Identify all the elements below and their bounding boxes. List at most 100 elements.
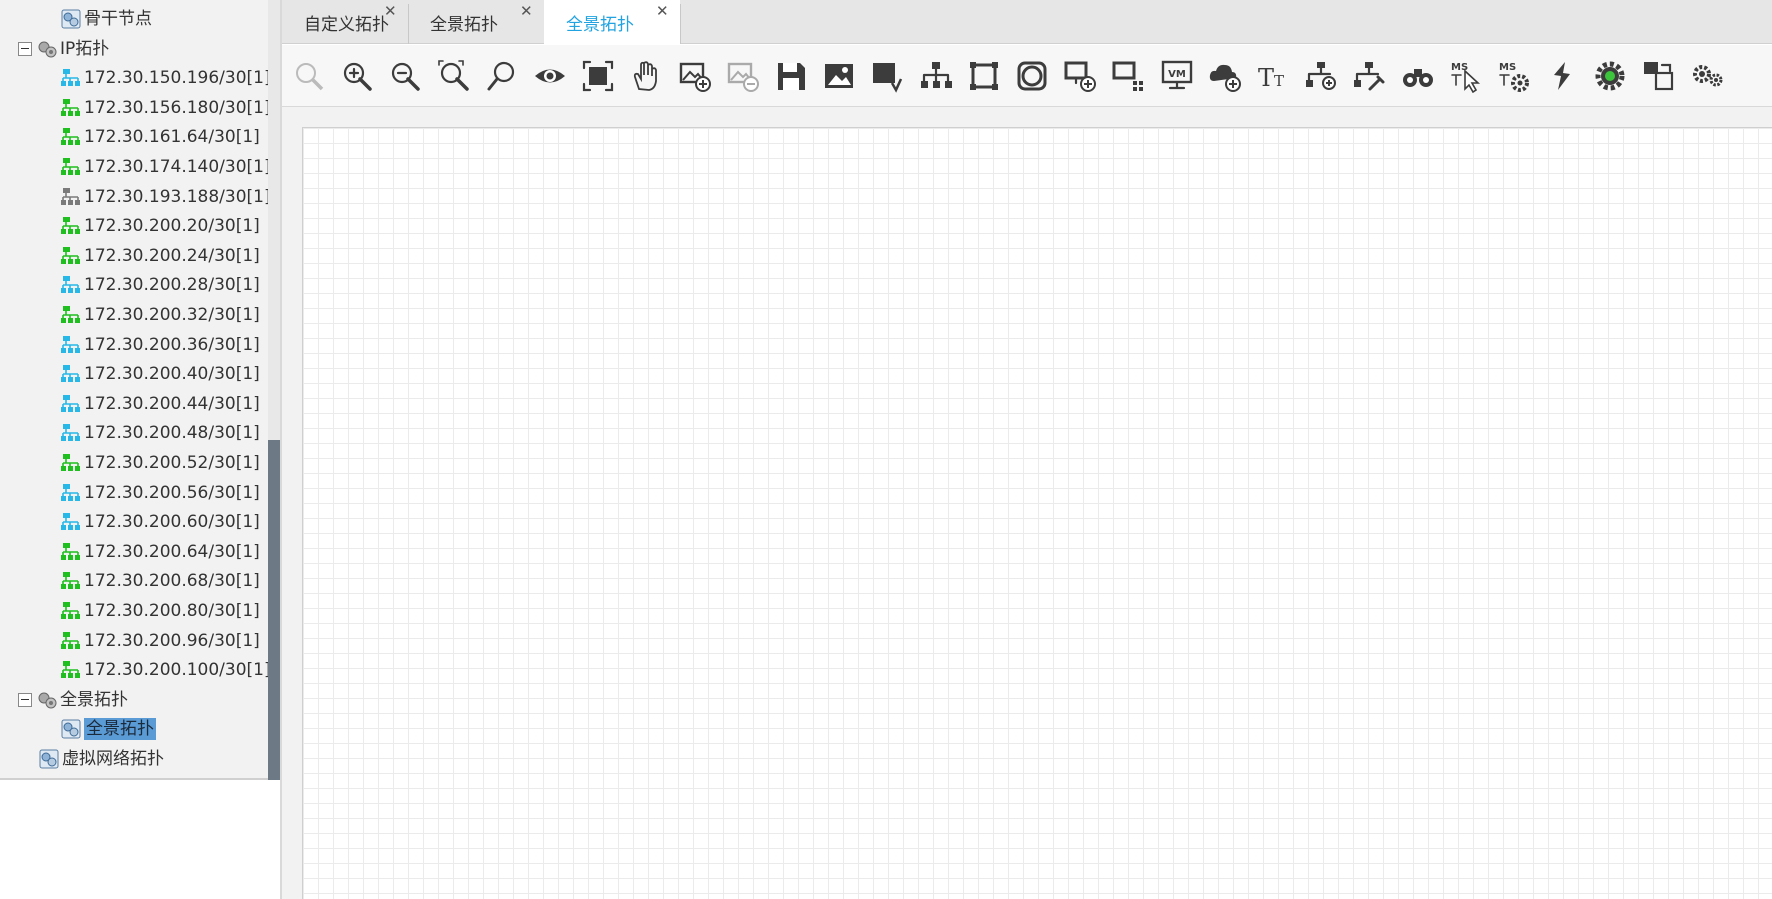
tree-item-label: 172.30.200.48/30[1] [84,423,260,444]
node-add-icon [1064,61,1097,92]
tree-item[interactable]: 172.30.200.48/30[1] [60,419,260,447]
topology-canvas[interactable] [302,127,1772,899]
tree-item[interactable]: 172.30.200.56/30[1] [60,479,260,507]
tree-item[interactable]: 172.30.200.40/30[1] [60,360,260,388]
topology-toolbar: VM T T MS MS [282,45,1772,107]
search-icon [487,61,514,91]
tree-item[interactable]: 172.30.200.32/30[1] [60,301,260,329]
node-add-button[interactable] [1061,57,1099,95]
svg-text:T: T [1258,64,1274,92]
tree-item[interactable]: 172.30.200.52/30[1] [60,449,260,477]
node-grid-button[interactable] [1109,57,1147,95]
tree-item-label: 172.30.200.100/30[1] [84,660,271,681]
export-button[interactable] [868,57,906,95]
tree-item-label: 172.30.200.24/30[1] [84,245,260,266]
topology-icon [38,748,60,770]
svg-text:T: T [1274,72,1284,90]
network-tree-icon [60,126,82,148]
tree-item[interactable]: 全景拓扑 [60,715,156,743]
image-add-button[interactable] [676,57,714,95]
topology-group-icon [36,38,58,60]
zoom-out-button[interactable] [386,57,424,95]
network-tree-icon [60,600,82,622]
tree-item-label: 172.30.200.96/30[1] [84,630,260,651]
tree-item[interactable]: 172.30.200.28/30[1] [60,271,260,299]
tree-item[interactable]: 172.30.200.100/30[1] [60,656,271,684]
tree-group-node[interactable]: 全景拓扑 [18,686,128,714]
image-remove-icon [727,62,759,92]
eye-button[interactable] [531,57,569,95]
hand-pan-icon [634,61,658,91]
layout-switch-button[interactable] [1640,57,1678,95]
tree-item[interactable]: 172.30.150.196/30[1] [60,64,271,92]
ms-settings-button[interactable]: MS [1495,57,1533,95]
tree-item[interactable]: 172.30.200.24/30[1] [60,242,260,270]
tree-item-label: 172.30.200.36/30[1] [84,334,260,355]
binoculars-button[interactable] [1399,57,1437,95]
gear-green-button[interactable] [1591,57,1629,95]
tree-item[interactable]: 172.30.193.188/30[1] [60,183,271,211]
search-button[interactable] [483,57,521,95]
tree-item-label: 172.30.200.44/30[1] [84,393,260,414]
tree-item-label: 172.30.200.60/30[1] [84,512,260,533]
tree-group-node[interactable]: IP拓扑 [18,35,109,63]
zoom-reset-button[interactable] [290,57,328,95]
tree-item[interactable]: 172.30.200.68/30[1] [60,567,260,595]
link-add-button[interactable] [1302,57,1340,95]
zoom-in-button[interactable] [338,57,376,95]
tree-item[interactable]: 172.30.200.80/30[1] [60,597,260,625]
tree-scrollbar-thumb[interactable] [268,440,280,780]
tree-item[interactable]: 172.30.161.64/30[1] [60,123,260,151]
text-icon: TT [1258,64,1284,92]
network-tree-icon [60,67,82,89]
topology-icon [60,718,82,740]
binoculars-icon [1402,69,1433,87]
link-tools-button[interactable] [1350,57,1388,95]
frame-square-button[interactable] [965,57,1003,95]
frame-circle-button[interactable] [1013,57,1051,95]
tree-item[interactable]: 172.30.200.96/30[1] [60,627,260,655]
tab-close-icon[interactable]: ✕ [384,2,397,20]
network-tree-icon [60,452,82,474]
tab-close-icon[interactable]: ✕ [656,2,669,20]
link-add-icon [1306,62,1337,90]
ms-settings-icon: MS [1499,62,1529,92]
settings-button[interactable] [1688,57,1726,95]
network-tree-icon [60,659,82,681]
tab-2[interactable]: 全景拓扑 ✕ [544,0,680,44]
vm-icon: VM [1161,60,1192,90]
tree-collapse-toggle[interactable] [18,41,32,56]
tree-item[interactable]: 172.30.200.60/30[1] [60,508,260,536]
tree-layout-icon [920,62,952,88]
tree-item[interactable]: 172.30.200.64/30[1] [60,538,260,566]
tab-close-icon[interactable]: ✕ [520,2,533,20]
network-tree-icon [60,274,82,296]
tree-item[interactable]: 172.30.156.180/30[1] [60,94,271,122]
topology-icon [60,8,82,30]
tree-item[interactable]: 虚拟网络拓扑 [38,745,164,773]
tree-item-label: 全景拓扑 [60,689,128,710]
text-button[interactable]: TT [1254,57,1292,95]
tree-collapse-toggle[interactable] [18,692,32,707]
fullscreen-button[interactable] [579,57,617,95]
tree-item[interactable]: 骨干节点 [60,5,152,33]
tree-layout-button[interactable] [917,57,955,95]
image-remove-button[interactable] [724,57,762,95]
tree-item-label: 172.30.200.64/30[1] [84,541,260,562]
vm-button[interactable]: VM [1158,57,1196,95]
tree-item[interactable]: 172.30.200.36/30[1] [60,331,260,359]
tree-item-label: 172.30.200.32/30[1] [84,305,260,325]
refresh-link-button[interactable] [1543,57,1581,95]
hand-pan-button[interactable] [627,57,665,95]
zoom-fit-button[interactable] [435,57,473,95]
cloud-add-button[interactable] [1206,57,1244,95]
tree-item[interactable]: 172.30.200.44/30[1] [60,390,260,418]
tree-item[interactable]: 172.30.174.140/30[1] [60,153,271,181]
image-button[interactable] [820,57,858,95]
tab-0[interactable]: 自定义拓扑 ✕ [282,0,408,44]
tab-1[interactable]: 全景拓扑 ✕ [408,0,544,44]
tree-item[interactable]: 172.30.200.20/30[1] [60,212,260,240]
ms-pointer-button[interactable]: MS [1447,57,1485,95]
tree-item-label: 172.30.200.20/30[1] [84,216,260,237]
save-button[interactable] [772,57,810,95]
